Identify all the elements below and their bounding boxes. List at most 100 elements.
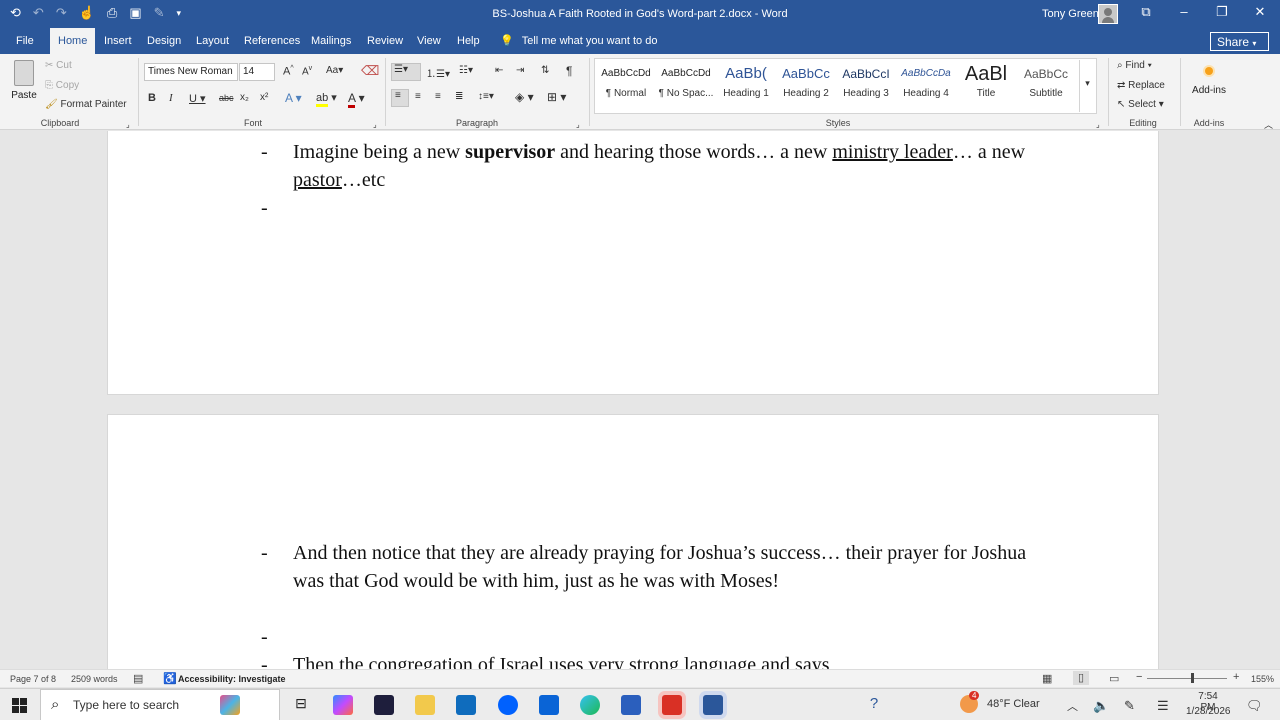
multilevel-list-icon[interactable]: ☷▾ bbox=[459, 65, 473, 76]
paragraph[interactable]: Then the congregation of Israel uses ver… bbox=[293, 651, 1053, 669]
paste-button[interactable]: Paste bbox=[10, 60, 38, 110]
tab-help[interactable]: Help bbox=[457, 35, 480, 47]
zoom-out-icon[interactable]: − bbox=[1136, 671, 1142, 683]
tab-home[interactable]: Home bbox=[50, 28, 96, 54]
user-avatar[interactable] bbox=[1098, 4, 1118, 24]
task-view-icon[interactable]: ⊟ bbox=[291, 695, 311, 715]
maximize-button[interactable]: ❐ bbox=[1212, 4, 1232, 20]
document-area[interactable]: - Imagine being a new supervisor and hea… bbox=[0, 131, 1280, 669]
zoom-slider-thumb[interactable] bbox=[1191, 673, 1194, 683]
font-size-combo[interactable]: 14 bbox=[239, 63, 275, 81]
style-normal[interactable]: AaBbCcDd ¶ Normal bbox=[596, 64, 656, 106]
paragraph[interactable]: And then notice that they are already pr… bbox=[293, 539, 1053, 595]
align-left-icon[interactable]: ≡ bbox=[391, 89, 409, 107]
text-effects-icon[interactable]: A ▾ bbox=[285, 91, 302, 105]
bullets-icon[interactable]: ☰▾ bbox=[391, 63, 421, 81]
tab-file[interactable]: File bbox=[16, 35, 34, 47]
word-count[interactable]: 2509 words bbox=[71, 674, 118, 684]
copy-button[interactable]: ⎘ Copy bbox=[45, 80, 79, 91]
tab-mailings[interactable]: Mailings bbox=[311, 35, 351, 47]
clipboard-launcher-icon[interactable]: ⌟ bbox=[126, 120, 130, 129]
font-color-icon[interactable]: A ▾ bbox=[348, 91, 365, 108]
justify-icon[interactable]: ≣ bbox=[455, 91, 463, 102]
store-icon[interactable] bbox=[456, 695, 476, 715]
paragraph[interactable]: Imagine being a new supervisor and heari… bbox=[293, 138, 1053, 194]
tab-review[interactable]: Review bbox=[367, 35, 403, 47]
format-painter-button[interactable]: 🖌 Format Painter bbox=[45, 99, 127, 110]
terminal-app-icon[interactable] bbox=[374, 695, 394, 715]
share-button[interactable]: Share ▾ bbox=[1210, 32, 1269, 51]
replace-button[interactable]: ⇄ Replace bbox=[1117, 80, 1165, 91]
font-launcher-icon[interactable]: ⌟ bbox=[373, 120, 377, 129]
accessibility-status[interactable]: Accessibility: Investigate bbox=[178, 674, 286, 684]
tab-view[interactable]: View bbox=[417, 35, 441, 47]
zoom-slider[interactable] bbox=[1147, 678, 1227, 679]
line-spacing-icon[interactable]: ↕≡▾ bbox=[478, 91, 494, 102]
tab-insert[interactable]: Insert bbox=[104, 35, 132, 47]
word-icon[interactable] bbox=[703, 695, 723, 715]
style-subtitle[interactable]: AaBbCc Subtitle bbox=[1016, 64, 1076, 106]
zoom-in-icon[interactable]: + bbox=[1233, 671, 1239, 683]
numbering-icon[interactable]: ⒈☰▾ bbox=[426, 65, 450, 80]
speaker-icon[interactable]: 🔈 bbox=[1093, 698, 1109, 714]
superscript-icon[interactable]: x² bbox=[260, 92, 268, 103]
shrink-font-icon[interactable]: Av bbox=[302, 65, 312, 77]
align-center-icon[interactable]: ≡ bbox=[415, 91, 421, 102]
document-page[interactable]: - Imagine being a new supervisor and hea… bbox=[107, 131, 1159, 395]
subscript-icon[interactable]: x₂ bbox=[240, 92, 249, 103]
windows-start-icon[interactable] bbox=[12, 698, 27, 713]
grow-font-icon[interactable]: A^ bbox=[283, 65, 294, 78]
tell-me-search[interactable]: 💡 Tell me what you want to do bbox=[500, 34, 657, 48]
strikethrough-icon[interactable]: abc bbox=[219, 93, 234, 103]
paragraph-launcher-icon[interactable]: ⌟ bbox=[576, 120, 580, 129]
outlook-icon[interactable] bbox=[539, 695, 559, 715]
app-icon[interactable] bbox=[621, 695, 641, 715]
change-case-icon[interactable]: Aa▾ bbox=[326, 65, 343, 76]
web-layout-icon[interactable]: ▭ bbox=[1109, 672, 1119, 685]
collapse-ribbon-icon[interactable]: ︿ bbox=[1264, 118, 1273, 131]
document-page[interactable]: - And then notice that they are already … bbox=[107, 414, 1159, 669]
clear-formatting-icon[interactable]: ⌫ bbox=[361, 63, 379, 79]
bold-icon[interactable]: B bbox=[148, 92, 156, 104]
taskbar-search-box[interactable]: ⌕ Type here to search bbox=[40, 689, 280, 720]
style-title[interactable]: AaBl Title bbox=[956, 64, 1016, 106]
borders-icon[interactable]: ⊞ ▾ bbox=[547, 90, 566, 104]
keyboard-icon[interactable]: ☰ bbox=[1157, 698, 1169, 714]
style-heading-1[interactable]: AaBb(Heading 1 bbox=[716, 64, 776, 106]
select-button[interactable]: ↖ Select ▾ bbox=[1117, 99, 1164, 110]
style-no-spacing[interactable]: AaBbCcDd ¶ No Spac... bbox=[656, 64, 716, 106]
proofing-icon[interactable]: ▤ bbox=[133, 672, 143, 685]
weather-text[interactable]: 48°F Clear bbox=[987, 698, 1040, 710]
ribbon-display-options-icon[interactable]: ⧉ bbox=[1136, 4, 1156, 20]
print-layout-icon[interactable]: ▯ bbox=[1073, 671, 1089, 685]
style-heading-4[interactable]: AaBbCcDa Heading 4 bbox=[896, 64, 956, 106]
help-icon[interactable]: ? bbox=[864, 695, 884, 715]
copilot-icon[interactable] bbox=[333, 695, 353, 715]
italic-icon[interactable]: I bbox=[169, 92, 173, 104]
style-heading-2[interactable]: AaBbCc Heading 2 bbox=[776, 64, 836, 106]
add-ins-button[interactable]: Add-ins bbox=[1188, 62, 1230, 96]
page-count[interactable]: Page 7 of 8 bbox=[10, 674, 56, 684]
align-right-icon[interactable]: ≡ bbox=[435, 91, 441, 102]
show-formatting-icon[interactable]: ¶ bbox=[566, 64, 572, 78]
edge-icon[interactable] bbox=[580, 695, 600, 715]
highlight-color-icon[interactable]: ab ▾ bbox=[316, 91, 337, 107]
font-name-combo[interactable]: Times New Roman bbox=[144, 63, 238, 81]
sort-icon[interactable]: ⇅ bbox=[541, 65, 549, 76]
pen-icon[interactable]: ✎ bbox=[1124, 698, 1135, 714]
dropbox-icon[interactable] bbox=[498, 695, 518, 715]
file-explorer-icon[interactable] bbox=[415, 695, 435, 715]
notifications-icon[interactable]: 🗨 bbox=[1246, 698, 1263, 714]
shading-icon[interactable]: ◈ ▾ bbox=[515, 90, 534, 104]
tab-design[interactable]: Design bbox=[147, 35, 181, 47]
decrease-indent-icon[interactable]: ⇤ bbox=[495, 65, 503, 76]
minimize-button[interactable]: – bbox=[1174, 4, 1194, 19]
close-button[interactable]: ✕ bbox=[1250, 4, 1270, 20]
user-name[interactable]: Tony Greene bbox=[1042, 8, 1105, 20]
styles-launcher-icon[interactable]: ⌟ bbox=[1096, 120, 1100, 129]
clock-date[interactable]: 1/28/2026 bbox=[1186, 706, 1231, 717]
zoom-level[interactable]: 155% bbox=[1251, 674, 1274, 684]
styles-more-icon[interactable]: ▾ bbox=[1079, 60, 1095, 112]
underline-icon[interactable]: U ▾ bbox=[189, 92, 206, 105]
tab-references[interactable]: References bbox=[244, 35, 300, 47]
